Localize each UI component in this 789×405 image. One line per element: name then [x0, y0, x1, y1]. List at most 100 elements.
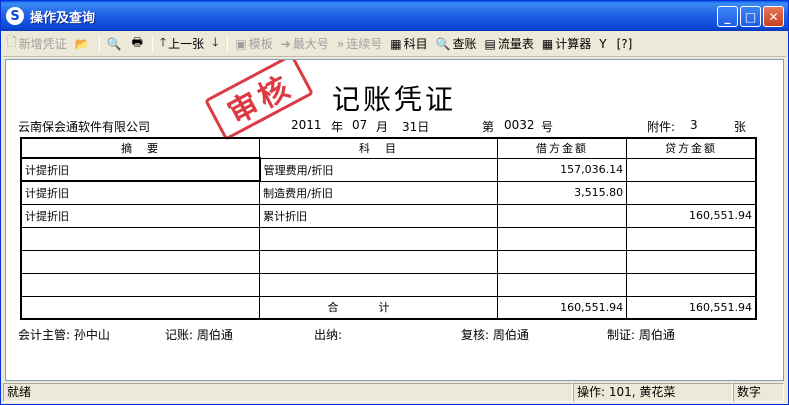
- maximize-icon: □: [744, 9, 757, 24]
- subject-cell[interactable]: [259, 249, 498, 274]
- toolbar-separator: [98, 34, 100, 53]
- voucher-number: 0032: [504, 118, 535, 132]
- status-mode: 数字: [733, 383, 784, 402]
- filter-icon: Y: [599, 36, 607, 51]
- table-header-row: 摘 要 科 目 借方金额 贷方金额: [20, 137, 757, 159]
- template-button[interactable]: ▣ 模板: [231, 33, 276, 55]
- preview-button[interactable]: 🔍: [103, 33, 128, 55]
- subject-cell[interactable]: 管理费用/折旧: [259, 157, 498, 182]
- new-document-icon: 🗋: [7, 35, 17, 49]
- credit-cell[interactable]: [626, 157, 757, 182]
- max-number-button[interactable]: ➜ 最大号: [277, 33, 333, 55]
- open-folder-icon: 📂: [74, 36, 90, 51]
- status-ready: 就绪: [3, 383, 573, 402]
- table-row[interactable]: [20, 226, 757, 251]
- subject-cell[interactable]: [259, 272, 498, 297]
- attachment-unit: 张: [734, 120, 747, 134]
- summary-cell[interactable]: 计提折旧: [20, 180, 261, 205]
- month-unit: 月: [376, 120, 389, 134]
- arrow-down-icon: 🡓: [212, 35, 219, 49]
- printer-icon: 🖶: [131, 35, 143, 49]
- credit-cell[interactable]: [626, 226, 757, 251]
- cashier-signature: 出纳:: [314, 328, 343, 342]
- voucher-area: 审核 记账凭证 云南保会通软件有限公司 2011 年 07 月 31日 第 00…: [5, 59, 784, 381]
- summary-cell[interactable]: [20, 249, 261, 274]
- status-bar: 就绪 操作: 101, 黄花菜 数字: [3, 383, 786, 403]
- debit-cell[interactable]: 157,036.14: [496, 157, 628, 182]
- debit-cell[interactable]: [496, 226, 628, 251]
- total-empty-cell: [20, 295, 261, 320]
- voucher-day: 31日: [402, 120, 430, 134]
- calculator-button[interactable]: ▦ 计算器: [538, 33, 595, 55]
- debit-cell[interactable]: [496, 203, 628, 228]
- subject-cell[interactable]: 制造费用/折旧: [259, 180, 498, 205]
- double-arrow-icon: »: [336, 36, 345, 51]
- toolbar-separator: [227, 34, 229, 53]
- close-icon: ✕: [768, 9, 779, 24]
- company-name: 云南保会通软件有限公司: [18, 120, 151, 134]
- subject-button[interactable]: ▦ 科目: [386, 33, 431, 55]
- summary-cell[interactable]: 计提折旧: [20, 157, 261, 182]
- minimize-button[interactable]: _: [717, 6, 738, 27]
- summary-cell[interactable]: [20, 226, 261, 251]
- summary-cell[interactable]: 计提折旧: [20, 203, 261, 228]
- template-icon: ▣: [235, 36, 247, 51]
- total-credit: 160,551.94: [626, 295, 757, 320]
- ledger-query-button[interactable]: 🔍 查账: [432, 33, 481, 55]
- bookkeeper-signature: 记账: 周伯通: [165, 328, 233, 342]
- print-button[interactable]: 🖶: [128, 33, 149, 55]
- attachment-label: 附件:: [647, 120, 676, 134]
- total-label: 合计: [259, 295, 498, 320]
- credit-cell[interactable]: [626, 249, 757, 274]
- subject-cell[interactable]: 累计折旧: [259, 203, 498, 228]
- toolbar-separator: [151, 34, 153, 53]
- max-arrow-icon: ➜: [280, 36, 291, 51]
- print-preview-icon: 🔍: [106, 36, 122, 51]
- status-operator: 操作: 101, 黄花菜: [573, 383, 733, 402]
- number-unit: 号: [541, 120, 554, 134]
- toolbar: 🗋 新增凭证 📂 🔍 🖶 🡑 上一张 🡓 ▣ 模板 ➜ 最大号 » 连续号 ▦ 科目 🔍 查账…: [3, 31, 786, 57]
- subject-tree-icon: ▦: [390, 36, 402, 51]
- number-prefix: 第: [482, 120, 495, 134]
- prev-voucher-button[interactable]: 🡑 上一张: [156, 33, 208, 55]
- credit-cell[interactable]: [626, 272, 757, 297]
- debit-cell[interactable]: [496, 272, 628, 297]
- table-row[interactable]: 计提折旧 管理费用/折旧 157,036.14: [20, 157, 757, 182]
- credit-cell[interactable]: [626, 180, 757, 205]
- maximize-button[interactable]: □: [740, 6, 761, 27]
- help-button[interactable]: [?]: [613, 33, 639, 55]
- header-debit: 借方金额: [496, 137, 628, 159]
- debit-cell[interactable]: 3,515.80: [496, 180, 628, 205]
- close-button[interactable]: ✕: [763, 6, 784, 27]
- total-row: 合计 160,551.94 160,551.94: [20, 295, 757, 320]
- continuous-number-button[interactable]: » 连续号: [333, 33, 386, 55]
- table-row[interactable]: 计提折旧 累计折旧 160,551.94: [20, 203, 757, 228]
- table-row[interactable]: 计提折旧 制造费用/折旧 3,515.80: [20, 180, 757, 205]
- table-row[interactable]: [20, 249, 757, 274]
- credit-cell[interactable]: 160,551.94: [626, 203, 757, 228]
- debit-cell[interactable]: [496, 249, 628, 274]
- new-voucher-button[interactable]: 🗋 新增凭证: [3, 33, 71, 55]
- voucher-title: 记账凭证: [332, 83, 457, 116]
- arrow-up-icon: 🡑: [159, 35, 167, 49]
- table-row[interactable]: [20, 272, 757, 297]
- subject-cell[interactable]: [259, 226, 498, 251]
- magnifier-icon: 🔍: [435, 36, 451, 51]
- header-summary: 摘 要: [20, 137, 261, 159]
- reviewer-signature: 复核: 周伯通: [461, 328, 529, 342]
- main-window: S 操作及查询 _ □ ✕ 🗋 新增凭证 📂 🔍 🖶 🡑 上一张 🡓 ▣ 模板 ➜ 最大…: [0, 0, 789, 405]
- next-voucher-button[interactable]: 🡓: [208, 33, 224, 55]
- filter-button[interactable]: Y: [595, 33, 612, 55]
- summary-cell[interactable]: [20, 272, 261, 297]
- maker-signature: 制证: 周伯通: [607, 328, 675, 342]
- total-debit: 160,551.94: [496, 295, 628, 320]
- voucher-month: 07: [352, 118, 368, 132]
- help-icon: [?]: [616, 36, 633, 51]
- app-icon: S: [6, 7, 24, 25]
- cashflow-button[interactable]: ▤ 流量表: [481, 33, 538, 55]
- table-icon: ▤: [484, 36, 496, 51]
- open-button[interactable]: 📂: [71, 33, 96, 55]
- title-bar[interactable]: S 操作及查询 _ □ ✕: [1, 1, 788, 31]
- minimize-icon: _: [724, 9, 731, 24]
- voucher-year: 2011: [291, 118, 322, 132]
